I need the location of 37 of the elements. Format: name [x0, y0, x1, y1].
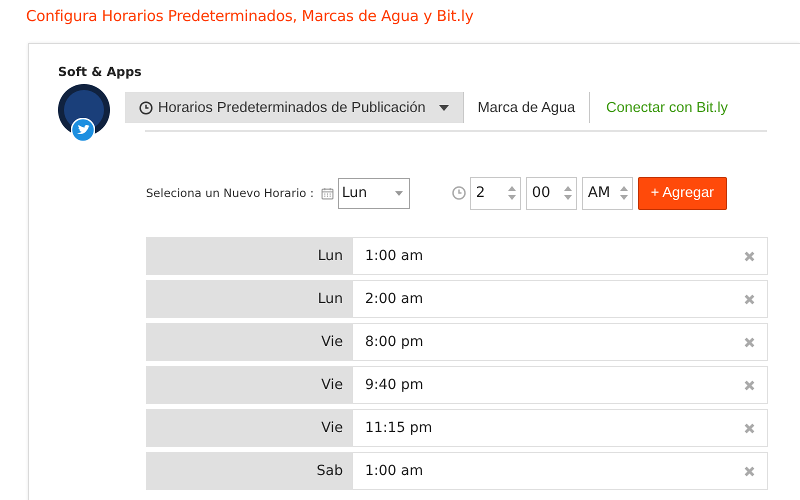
time-text: 8:00 pm [365, 334, 424, 350]
stepper-arrows-icon[interactable] [618, 184, 629, 202]
day-cell: Vie [147, 324, 353, 360]
delete-icon[interactable] [744, 380, 755, 390]
period-spinner[interactable]: AM [582, 176, 633, 210]
hour-spinner[interactable]: 2 [470, 176, 521, 210]
caret-icon [438, 104, 449, 110]
day-cell: Lun [147, 281, 353, 317]
time-text: 1:00 am [365, 463, 424, 479]
delete-icon[interactable] [744, 466, 755, 476]
delete-icon[interactable] [744, 336, 755, 348]
clock-icon [139, 100, 153, 114]
tab[interactable]: Horarios Predeterminados de Publicación [125, 92, 464, 123]
time-text: 11:15 pm [365, 420, 432, 436]
delete-icon[interactable] [744, 422, 755, 434]
caret-icon [394, 190, 403, 196]
stepper-arrows-icon[interactable] [506, 184, 517, 202]
tab[interactable]: Marca de Agua [464, 92, 590, 123]
time-text: 1:00 am [365, 248, 424, 264]
day-cell: Vie [147, 367, 353, 403]
page-title: Configura Horarios Predeterminados, Marcas de Agua y Bit.ly [26, 6, 475, 27]
calendar-icon [320, 186, 334, 200]
day-cell: Vie [147, 410, 353, 446]
delete-icon[interactable] [744, 250, 755, 262]
bird-badge-icon [71, 118, 95, 142]
time-text: 9:40 pm [365, 377, 424, 393]
new-schedule-label: Seleciona un Nuevo Horario : [146, 186, 314, 200]
tab[interactable]: Conectar con Bit.ly [590, 92, 742, 123]
clock-icon [452, 186, 466, 200]
delete-icon[interactable] [744, 294, 755, 304]
account-name: Soft & Apps [58, 64, 142, 80]
stepper-arrows-icon[interactable] [562, 184, 573, 202]
day-select[interactable]: Lun [338, 178, 410, 208]
day-cell: Sab [147, 453, 353, 489]
day-cell: Lun [147, 238, 353, 274]
minute-spinner[interactable]: 00 [526, 176, 577, 210]
time-text: 2:00 am [365, 291, 424, 307]
